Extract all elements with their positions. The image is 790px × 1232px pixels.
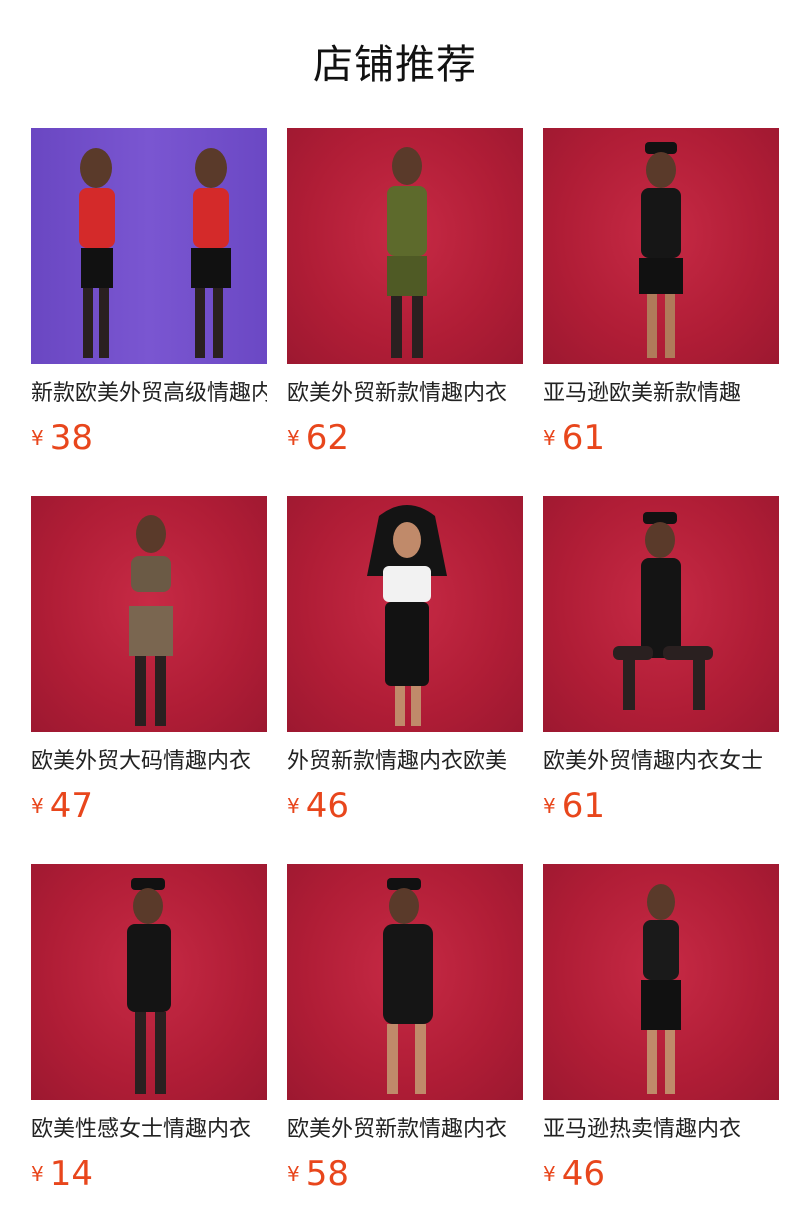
product-name[interactable]: 欧美外贸新款情趣内衣 bbox=[287, 378, 523, 410]
product-image[interactable] bbox=[31, 128, 267, 364]
model-photo-icon bbox=[79, 148, 231, 358]
model-photo-icon bbox=[127, 878, 171, 1094]
product-image[interactable] bbox=[287, 128, 523, 364]
product-price: ¥46 bbox=[287, 786, 349, 826]
product-card[interactable]: 欧美外贸情趣内衣女士 ¥61 bbox=[543, 496, 779, 826]
price-value: 58 bbox=[305, 1154, 349, 1194]
product-card[interactable]: 外贸新款情趣内衣欧美 ¥46 bbox=[287, 496, 523, 826]
product-image[interactable] bbox=[543, 496, 779, 732]
price-value: 38 bbox=[49, 418, 93, 458]
price-value: 14 bbox=[49, 1154, 93, 1194]
currency-symbol: ¥ bbox=[287, 794, 300, 818]
product-price: ¥61 bbox=[543, 786, 605, 826]
model-photo-icon bbox=[383, 878, 433, 1094]
price-value: 46 bbox=[305, 786, 349, 826]
currency-symbol: ¥ bbox=[287, 1162, 300, 1186]
section-title: 店铺推荐 bbox=[313, 42, 477, 88]
currency-symbol: ¥ bbox=[543, 426, 556, 450]
product-image[interactable] bbox=[543, 864, 779, 1100]
model-photo-icon bbox=[129, 515, 173, 726]
product-price: ¥58 bbox=[287, 1154, 349, 1194]
currency-symbol: ¥ bbox=[543, 794, 556, 818]
model-photo-icon bbox=[613, 512, 713, 710]
product-image[interactable] bbox=[543, 128, 779, 364]
product-card[interactable]: 欧美外贸新款情趣内衣 ¥58 bbox=[287, 864, 523, 1194]
product-card[interactable]: 欧美外贸新款情趣内衣 ¥62 bbox=[287, 128, 523, 458]
product-price: ¥46 bbox=[543, 1154, 605, 1194]
product-card[interactable]: 欧美性感女士情趣内衣 ¥14 bbox=[31, 864, 267, 1194]
currency-symbol: ¥ bbox=[543, 1162, 556, 1186]
product-card[interactable]: 新款欧美外贸高级情趣内衣 ¥38 bbox=[31, 128, 267, 458]
price-value: 61 bbox=[561, 786, 605, 826]
currency-symbol: ¥ bbox=[31, 794, 44, 818]
product-image[interactable] bbox=[31, 864, 267, 1100]
currency-symbol: ¥ bbox=[31, 426, 44, 450]
product-image[interactable] bbox=[31, 496, 267, 732]
model-photo-icon bbox=[387, 147, 427, 358]
product-name[interactable]: 外贸新款情趣内衣欧美 bbox=[287, 746, 523, 778]
product-name[interactable]: 亚马逊欧美新款情趣 bbox=[543, 378, 779, 410]
product-image[interactable] bbox=[287, 496, 523, 732]
product-name[interactable]: 欧美外贸情趣内衣女士 bbox=[543, 746, 779, 778]
product-name[interactable]: 欧美外贸新款情趣内衣 bbox=[287, 1114, 523, 1146]
model-photo-icon bbox=[367, 505, 447, 726]
product-price: ¥47 bbox=[31, 786, 93, 826]
product-name[interactable]: 欧美性感女士情趣内衣 bbox=[31, 1114, 267, 1146]
product-image[interactable] bbox=[287, 864, 523, 1100]
product-card[interactable]: 亚马逊欧美新款情趣 ¥61 bbox=[543, 128, 779, 458]
price-value: 62 bbox=[305, 418, 349, 458]
model-photo-icon bbox=[639, 142, 683, 358]
product-card[interactable]: 亚马逊热卖情趣内衣 ¥46 bbox=[543, 864, 779, 1194]
product-name[interactable]: 欧美外贸大码情趣内衣 bbox=[31, 746, 267, 778]
model-photo-icon bbox=[641, 884, 681, 1094]
product-name[interactable]: 新款欧美外贸高级情趣内衣 bbox=[31, 378, 267, 410]
price-value: 46 bbox=[561, 1154, 605, 1194]
currency-symbol: ¥ bbox=[31, 1162, 44, 1186]
product-price: ¥62 bbox=[287, 418, 349, 458]
product-price: ¥14 bbox=[31, 1154, 93, 1194]
product-price: ¥61 bbox=[543, 418, 605, 458]
price-value: 61 bbox=[561, 418, 605, 458]
product-price: ¥38 bbox=[31, 418, 93, 458]
currency-symbol: ¥ bbox=[287, 426, 300, 450]
product-name[interactable]: 亚马逊热卖情趣内衣 bbox=[543, 1114, 779, 1146]
product-card[interactable]: 欧美外贸大码情趣内衣 ¥47 bbox=[31, 496, 267, 826]
price-value: 47 bbox=[49, 786, 93, 826]
